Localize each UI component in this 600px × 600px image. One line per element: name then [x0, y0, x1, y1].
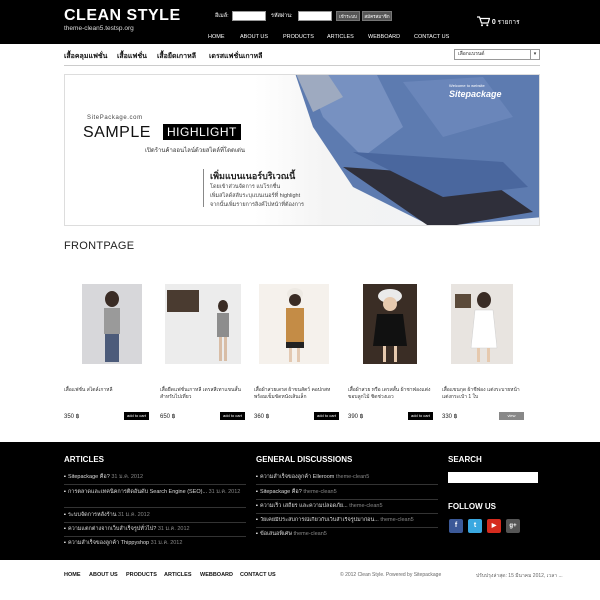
product-price: 390 ฿ [348, 414, 364, 420]
nav-products[interactable]: PRODUCTS [283, 34, 314, 40]
main-nav: HOME ABOUT US PRODUCTS ARTICLES WEBBOARD… [0, 32, 600, 44]
product-price: 350 ฿ [64, 414, 80, 420]
article-item[interactable]: ▪ ระบบจัดการหลังร้าน 31 ม.ค. 2012 [64, 512, 244, 519]
category-item[interactable]: เสื้อคลุมแฟชั่น [64, 51, 107, 62]
product-card[interactable]: เสื้อผ้าสวยเดรส ผ้าขนสัตว์ คอปกสหพร้อมเข… [254, 284, 339, 420]
cart-summary[interactable]: 0 รายการ [477, 16, 520, 29]
googleplus-icon[interactable]: g+ [506, 519, 520, 533]
divider [256, 499, 438, 500]
category-item[interactable]: เสื้อยืดเกาหลี [157, 51, 196, 62]
product-price: 360 ฿ [254, 414, 270, 420]
search-title: SEARCH [448, 455, 482, 464]
footer-nav-articles[interactable]: ARTICLES [164, 572, 192, 578]
banner-line: โดยเข้าส่วนจัดการ แบโรกชื่น [210, 184, 281, 190]
divider [64, 484, 246, 485]
product-image[interactable] [82, 284, 142, 364]
login-button[interactable]: เข้าระบบ [336, 11, 360, 21]
divider [256, 513, 438, 514]
banner-brand: Sitepackage [449, 89, 502, 99]
highlight-banner[interactable]: SitePackage.com SAMPLE HIGHLIGHT เปิดร้า… [64, 74, 540, 226]
product-name[interactable]: เสื้อผ้าสวย หรือ เดรสสั้น ผ้าชาฟองแต่งขอ… [348, 387, 432, 401]
cart-unit: รายการ [497, 19, 520, 27]
cart-count: 0 [491, 19, 496, 27]
nav-contact[interactable]: CONTACT US [414, 34, 449, 40]
product-name[interactable]: เสื้อแฟชั่น สไตล์เกาหลี [64, 387, 148, 394]
discussion-item[interactable]: ▪ ความสำเร็จของลูกค้า Elleroom theme-clea… [256, 474, 438, 481]
product-price: 330 ฿ [442, 414, 458, 420]
footer-nav-webboard[interactable]: WEBBOARD [200, 572, 233, 578]
nav-articles[interactable]: ARTICLES [327, 34, 354, 40]
add-to-cart-button[interactable]: add to cart [220, 412, 245, 420]
follow-title: FOLLOW US [448, 502, 496, 511]
divider [64, 522, 246, 523]
discussions-title: GENERAL DISCUSSIONS [256, 455, 353, 464]
article-item[interactable]: ▪ Sitepackage คือ? 31 ม.ค. 2012 [64, 474, 244, 481]
cart-icon [477, 16, 491, 29]
view-button[interactable]: view [499, 412, 524, 420]
article-item[interactable]: ▪ การตลาดและเทคนิคการติดอันดับ Search Eng… [64, 489, 246, 496]
product-image[interactable] [259, 284, 329, 364]
discussion-item[interactable]: ▪ ความเร็ว เสถียร และความปลอดภัย... theme… [256, 503, 438, 510]
product-card[interactable]: เสื้อผ้าสวย หรือ เดรสสั้น ผ้าชาฟองแต่งขอ… [348, 284, 433, 420]
nav-about[interactable]: ABOUT US [240, 34, 268, 40]
email-field[interactable] [232, 11, 266, 21]
product-card[interactable]: เสื้อแฟชั่น สไตล์เกาหลี 350 ฿ add to car… [64, 284, 149, 420]
brand-select[interactable]: เลือกแบรนด์ ▾ [454, 49, 540, 60]
footer-nav-contact[interactable]: CONTACT US [240, 572, 276, 578]
category-bar: เสื้อคลุมแฟชั่น เสื้อแฟชั่น เสื้อยืดเกาห… [64, 44, 540, 66]
add-to-cart-button[interactable]: add to cart [124, 412, 149, 420]
product-image[interactable] [363, 284, 417, 364]
chevron-down-icon: ▾ [530, 50, 539, 59]
discussion-item[interactable]: ▪ Sitepackage คือ? theme-clean5 [256, 489, 438, 496]
product-card[interactable]: เสื้อแขนกุด ผ้าชีฟอง แต่งระบายหน้าแต่งกร… [442, 284, 526, 420]
nav-webboard[interactable]: WEBBOARD [368, 34, 400, 40]
product-name[interactable]: เสื้อแขนกุด ผ้าชีฟอง แต่งระบายหน้าแต่งกร… [442, 387, 526, 401]
site-title[interactable]: CLEAN STYLE [64, 7, 181, 25]
banner-welcome: Welcome to website [449, 83, 485, 88]
frontpage-title: FRONTPAGE [64, 240, 135, 252]
nav-home[interactable]: HOME [208, 34, 225, 40]
divider [256, 527, 438, 528]
article-item[interactable]: ▪ ความแตกต่างจากเว็บสำเร็จรูปทั่วไป? 31 ม… [64, 526, 244, 533]
copyright-text: © 2012 Clean Style. Powered by Sitepacka… [340, 572, 442, 578]
banner-divider [203, 169, 204, 207]
search-input[interactable] [448, 472, 538, 483]
add-to-cart-button[interactable]: add to cart [314, 412, 339, 420]
footer-nav-about[interactable]: ABOUT US [89, 572, 118, 578]
product-name[interactable]: เสื้อยืดแฟชั่นเกาหลี เดรสสีเทาแขนสั้นสำห… [160, 387, 244, 401]
youtube-icon[interactable]: ▶ [487, 519, 501, 533]
product-image[interactable] [165, 284, 241, 364]
banner-subtitle: เปิดร้านค้าออนไลน์ด้วยสไตล์ที่โดดเด่น [145, 148, 245, 154]
discussion-item[interactable]: ▪ ข้อเสนอพิเศษ theme-clean5 [256, 531, 438, 538]
footer-nav-products[interactable]: PRODUCTS [126, 572, 157, 578]
divider [256, 484, 438, 485]
product-card[interactable]: เสื้อยืดแฟชั่นเกาหลี เดรสสีเทาแขนสั้นสำห… [160, 284, 245, 420]
password-label: รหัสผ่าน: [271, 13, 293, 19]
email-label: อีเมล์: [215, 13, 229, 19]
article-item[interactable]: ▪ ความสำเร็จของลูกค้า Thippyshop 31 ม.ค. … [64, 540, 244, 547]
banner-small-text: SitePackage.com [87, 115, 143, 121]
last-updated-text: ปรับปรุงล่าสุด: 15 มีนาคม 2012, เวลา ... [476, 573, 563, 579]
category-item[interactable]: เดรสแฟชั่นเกาหลี [209, 51, 262, 62]
password-field[interactable] [298, 11, 332, 21]
product-price: 650 ฿ [160, 414, 176, 420]
brand-select-value: เลือกแบรนด์ [458, 51, 485, 57]
category-item[interactable]: เสื้อแฟชั่น [117, 51, 147, 62]
add-to-cart-button[interactable]: add to cart [408, 412, 433, 420]
articles-title: ARTICLES [64, 455, 104, 464]
divider [64, 536, 246, 537]
product-name[interactable]: เสื้อผ้าสวยเดรส ผ้าขนสัตว์ คอปกสหพร้อมเข… [254, 387, 338, 401]
footer-nav-home[interactable]: HOME [64, 572, 81, 578]
register-button[interactable]: สมัครสมาชิก [362, 11, 392, 21]
banner-highlight-text: HIGHLIGHT [163, 124, 241, 140]
banner-sample-text: SAMPLE [83, 124, 151, 141]
facebook-icon[interactable]: f [449, 519, 463, 533]
product-image[interactable] [451, 284, 513, 364]
footer-bottom [0, 560, 600, 600]
site-subtitle: theme-clean5.testsp.org [64, 25, 134, 32]
discussion-item[interactable]: ▪ วัยเคยมีประสบการณ์เกี่ยวกับเว็บสำเร็จรู… [256, 517, 440, 524]
twitter-icon[interactable]: t [468, 519, 482, 533]
divider [64, 507, 246, 508]
